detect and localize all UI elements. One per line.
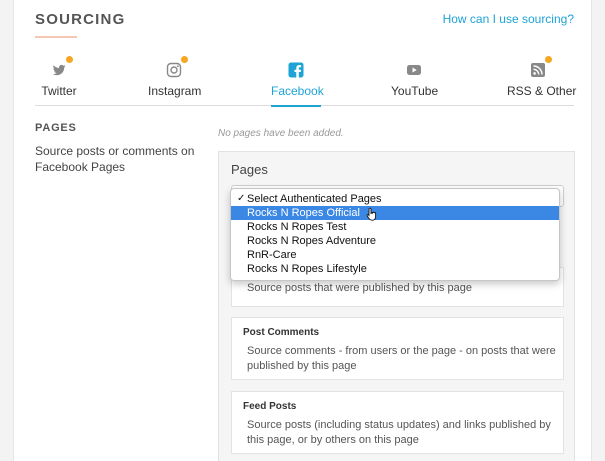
card-title: Post Comments xyxy=(243,327,320,338)
empty-pages-message: No pages have been added. xyxy=(218,128,344,139)
twitter-icon xyxy=(51,56,73,78)
card-description: Source posts (including status updates) … xyxy=(247,419,551,446)
dropdown-option-rocks-n-ropes-official[interactable]: Rocks N Ropes Official xyxy=(231,206,559,220)
page-edge-left xyxy=(0,0,14,461)
help-link[interactable]: How can I use sourcing? xyxy=(443,12,574,26)
card-description: Source posts that were published by this… xyxy=(247,282,473,294)
page-edge-right xyxy=(591,0,605,461)
tab-facebook[interactable]: Facebook xyxy=(271,58,324,107)
tab-rss[interactable]: RSS & Other xyxy=(507,56,577,106)
page-title: SOURCING xyxy=(35,11,126,28)
source-tabs: Twitter Instagram Facebook YouTube RSS &… xyxy=(35,56,577,107)
card-feed-posts[interactable]: Feed Posts Source posts (including statu… xyxy=(231,391,564,454)
dropdown-option-rocks-n-ropes-test[interactable]: Rocks N Ropes Test xyxy=(231,220,559,234)
pages-section-description: Source posts or comments on Facebook Pag… xyxy=(35,144,195,174)
youtube-icon xyxy=(406,62,422,78)
dropdown-option-select-authenticated[interactable]: ✓ Select Authenticated Pages xyxy=(231,192,559,206)
tab-label: Facebook xyxy=(271,84,324,98)
tab-label: Instagram xyxy=(148,84,202,98)
notification-dot xyxy=(181,56,188,63)
tab-label: YouTube xyxy=(391,84,439,98)
dropdown-option-rnr-care[interactable]: RnR-Care xyxy=(231,248,559,262)
instagram-icon xyxy=(166,56,188,78)
option-label: RnR-Care xyxy=(247,249,297,261)
facebook-icon xyxy=(288,62,304,78)
panel-title: Pages xyxy=(231,162,268,177)
tab-youtube[interactable]: YouTube xyxy=(391,58,439,106)
dropdown-option-rocks-n-ropes-adventure[interactable]: Rocks N Ropes Adventure xyxy=(231,234,559,248)
tab-twitter[interactable]: Twitter xyxy=(35,56,83,106)
option-label: Rocks N Ropes Test xyxy=(247,221,347,233)
dropdown-option-rocks-n-ropes-lifestyle[interactable]: Rocks N Ropes Lifestyle xyxy=(231,262,559,276)
option-label: Rocks N Ropes Official xyxy=(247,207,360,219)
checkmark-icon: ✓ xyxy=(237,193,246,204)
pages-dropdown-menu[interactable]: ✓ Select Authenticated Pages Rocks N Rop… xyxy=(230,188,560,281)
rss-icon xyxy=(530,56,552,78)
option-label: Rocks N Ropes Lifestyle xyxy=(247,263,367,275)
card-post-comments[interactable]: Post Comments Source comments - from use… xyxy=(231,317,564,380)
tab-label: Twitter xyxy=(41,84,77,98)
notification-dot xyxy=(66,56,73,63)
option-label: Rocks N Ropes Adventure xyxy=(247,235,377,247)
option-label: Select Authenticated Pages xyxy=(247,193,382,205)
hand-cursor-icon xyxy=(366,207,377,221)
tab-label: RSS & Other xyxy=(507,84,577,98)
card-description: Source comments - from users or the page… xyxy=(247,345,556,372)
title-underline xyxy=(35,36,77,38)
card-title: Feed Posts xyxy=(243,401,297,412)
tab-instagram[interactable]: Instagram xyxy=(148,56,202,106)
notification-dot xyxy=(545,56,552,63)
pages-section-title: PAGES xyxy=(35,122,77,134)
